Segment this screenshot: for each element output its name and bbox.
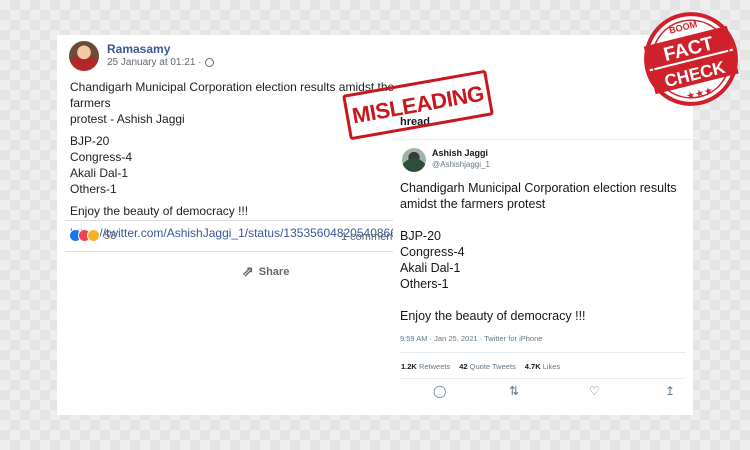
tweet-text: Chandigarh Municipal Corporation electio… [400, 180, 690, 324]
post-meta: 25 January at 01:21 · [107, 57, 214, 68]
author-name[interactable]: Ramasamy [107, 42, 170, 56]
tweet-text-line: BJP-20 [400, 229, 441, 243]
share-label: Share [258, 265, 290, 278]
divider [400, 378, 686, 379]
likes-stat[interactable]: 4.7K Likes [525, 362, 560, 371]
retweets-stat[interactable]: 1.2K Retweets [401, 362, 450, 371]
tweet-text-line: Enjoy the beauty of democracy !!! [400, 309, 586, 323]
fact-check-badge: BOOM FACT CHECK ★★★ [643, 12, 739, 106]
reply-icon[interactable]: ◯ [433, 384, 446, 398]
share-icon: ⇗ [242, 263, 254, 279]
tweet-stats: 1.2K Retweets 42 Quote Tweets 4.7K Likes [401, 362, 560, 371]
like-icon[interactable]: ♡ [589, 384, 600, 398]
tweet-meta[interactable]: 9:59 AM · Jan 25, 2021 · Twitter for iPh… [400, 334, 542, 343]
globe-icon [204, 58, 214, 67]
tweet-text-line: amidst the farmers protest [400, 197, 546, 211]
share-icon[interactable]: ↥ [665, 384, 675, 398]
tweet-text-line: Others-1 [400, 277, 449, 291]
share-button[interactable]: ⇗ Share [242, 263, 289, 280]
tweet-text-line: Congress-4 [400, 245, 465, 259]
reactions-summary[interactable]: 53 [69, 229, 116, 242]
wow-reaction-icon [87, 229, 100, 242]
post-text-line: Congress-4 [70, 150, 133, 164]
post-text-line: Enjoy the beauty of democracy !!! [70, 204, 249, 218]
author-avatar[interactable] [69, 41, 99, 71]
post-text-line: Akali Dal-1 [70, 166, 129, 180]
tweet-author-handle[interactable]: @Ashishjaggi_1 [432, 160, 490, 169]
tweet-author-name[interactable]: Ashish Jaggi [432, 148, 488, 158]
divider [65, 251, 395, 252]
comments-count[interactable]: 1 comment [341, 231, 395, 243]
post-timestamp[interactable]: 25 January at 01:21 · [107, 57, 202, 68]
divider [65, 220, 395, 221]
quote-tweets-stat[interactable]: 42 Quote Tweets [459, 362, 516, 371]
tweet-avatar[interactable] [402, 148, 426, 172]
reaction-count: 53 [104, 229, 117, 242]
post-text-line: Others-1 [70, 182, 117, 196]
retweet-icon[interactable]: ⇅ [509, 384, 519, 398]
tweet-card: Ashish Jaggi @Ashishjaggi_1 Chandigarh M… [393, 139, 693, 415]
tweet-text-line: Chandigarh Municipal Corporation electio… [400, 181, 677, 195]
divider [400, 352, 686, 353]
tweet-actions: ◯ ⇅ ♡ ↥ [403, 384, 693, 402]
tweet-text-line: Akali Dal-1 [400, 261, 461, 275]
